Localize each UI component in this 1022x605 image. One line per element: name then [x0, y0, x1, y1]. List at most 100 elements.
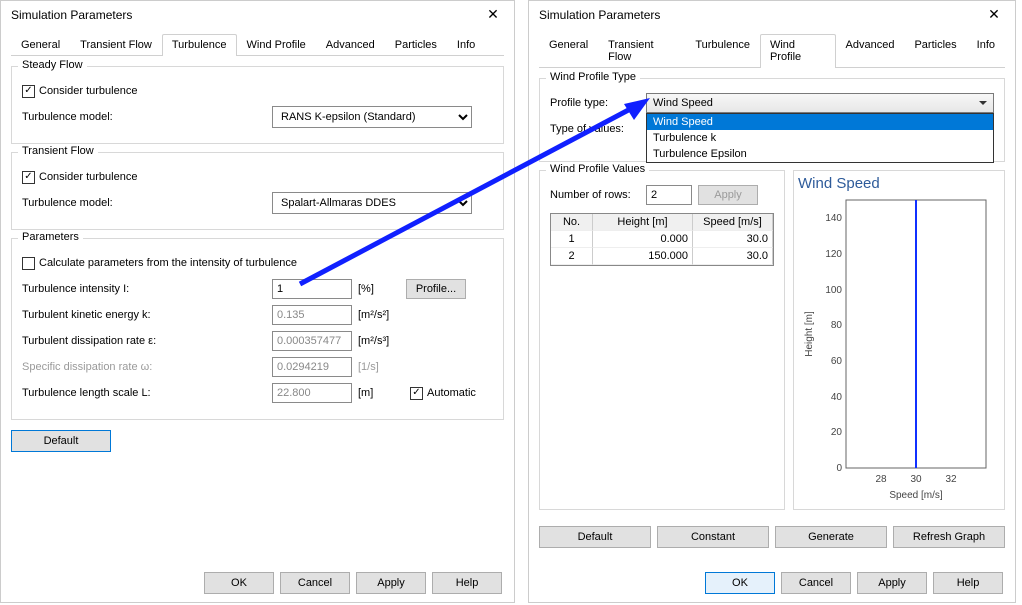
tab-general[interactable]: General [11, 34, 70, 56]
combo-option-turbulence-k[interactable]: Turbulence k [647, 130, 993, 146]
label-turb-model-transient: Turbulence model: [22, 197, 272, 209]
chart-xlabel: Speed [m/s] [889, 490, 943, 501]
svg-text:80: 80 [831, 320, 843, 331]
checkbox-calc-from-intensity[interactable] [22, 257, 35, 270]
tabstrip: General Transient Flow Turbulence Wind P… [539, 33, 1005, 68]
checkbox-automatic[interactable] [410, 387, 423, 400]
tab-turbulence[interactable]: Turbulence [685, 34, 760, 68]
svg-text:28: 28 [875, 474, 887, 485]
tab-general[interactable]: General [539, 34, 598, 68]
checkbox-label: Consider turbulence [39, 171, 137, 183]
checkbox-label: Calculate parameters from the intensity … [39, 257, 297, 269]
close-icon[interactable]: ✕ [979, 5, 1009, 25]
tab-particles[interactable]: Particles [904, 34, 966, 68]
cell-height[interactable]: 150.000 [593, 248, 693, 265]
tab-transient-flow[interactable]: Transient Flow [70, 34, 162, 56]
chart-svg: 0 20 40 60 80 100 120 140 28 30 [798, 192, 998, 502]
input-omega [272, 357, 352, 377]
cell-speed[interactable]: 30.0 [693, 248, 773, 265]
ok-button[interactable]: OK [204, 572, 274, 594]
svg-text:140: 140 [825, 213, 842, 224]
refresh-graph-button[interactable]: Refresh Graph [893, 526, 1005, 548]
input-ti[interactable] [272, 279, 352, 299]
svg-text:40: 40 [831, 392, 843, 403]
chart-wind-speed: Wind Speed 0 20 40 60 80 100 120 [793, 170, 1005, 510]
checkbox-consider-steady[interactable] [22, 85, 35, 98]
dialog-turbulence: Simulation Parameters ✕ General Transien… [0, 0, 515, 603]
ok-button[interactable]: OK [705, 572, 775, 594]
profile-values-table: No. Height [m] Speed [m/s] 1 0.000 30.0 … [550, 213, 774, 266]
apply-button[interactable]: Apply [356, 572, 426, 594]
combo-profile-type[interactable]: Wind Speed Wind Speed Turbulence k Turbu… [646, 93, 994, 113]
panel-wind-profile: Wind Profile Type Profile type: Wind Spe… [539, 78, 1005, 548]
generate-button[interactable]: Generate [775, 526, 887, 548]
profile-button[interactable]: Profile... [406, 279, 466, 299]
chart-title: Wind Speed [798, 175, 1000, 192]
label-ti: Turbulence intensity I: [22, 283, 272, 295]
tabstrip: General Transient Flow Turbulence Wind P… [11, 33, 504, 56]
cancel-button[interactable]: Cancel [781, 572, 851, 594]
col-header-no: No. [551, 214, 593, 231]
help-button[interactable]: Help [933, 572, 1003, 594]
input-L [272, 383, 352, 403]
svg-text:0: 0 [836, 463, 842, 474]
close-icon[interactable]: ✕ [478, 5, 508, 25]
svg-text:20: 20 [831, 427, 843, 438]
checkbox-consider-transient[interactable] [22, 171, 35, 184]
group-parameters: Parameters Calculate parameters from the… [11, 238, 504, 420]
svg-text:30: 30 [910, 474, 922, 485]
group-profile-type: Wind Profile Type Profile type: Wind Spe… [539, 78, 1005, 162]
tab-advanced[interactable]: Advanced [836, 34, 905, 68]
tab-info[interactable]: Info [967, 34, 1005, 68]
cancel-button[interactable]: Cancel [280, 572, 350, 594]
tab-advanced[interactable]: Advanced [316, 34, 385, 56]
unit-eps: [m²/s³] [358, 335, 406, 347]
dialog-title: Simulation Parameters [539, 8, 979, 22]
combo-selected-text: Wind Speed [653, 97, 713, 109]
label-profile-type: Profile type: [550, 97, 646, 109]
group-legend: Parameters [18, 231, 83, 243]
combo-option-wind-speed[interactable]: Wind Speed [647, 114, 993, 130]
select-turb-model-transient[interactable]: Spalart-Allmaras DDES [272, 192, 472, 214]
tab-turbulence[interactable]: Turbulence [162, 34, 237, 56]
combo-option-turbulence-epsilon[interactable]: Turbulence Epsilon [647, 146, 993, 162]
cell-speed[interactable]: 30.0 [693, 231, 773, 248]
select-turb-model-steady[interactable]: RANS K-epsilon (Standard) [272, 106, 472, 128]
tab-info[interactable]: Info [447, 34, 485, 56]
label-num-rows: Number of rows: [550, 189, 646, 201]
unit-ti: [%] [358, 283, 406, 295]
label-L: Turbulence length scale L: [22, 387, 272, 399]
group-legend: Wind Profile Type [546, 71, 640, 83]
table-row[interactable]: 1 0.000 30.0 [551, 231, 773, 248]
table-row[interactable]: 2 150.000 30.0 [551, 248, 773, 265]
chart-ylabel: Height [m] [804, 311, 815, 357]
group-transient-flow: Transient Flow Consider turbulence Turbu… [11, 152, 504, 230]
cell-no: 2 [551, 248, 593, 265]
label-k: Turbulent kinetic energy k: [22, 309, 272, 321]
default-button[interactable]: Default [11, 430, 111, 452]
dialog-title: Simulation Parameters [11, 8, 478, 22]
label-omega: Specific dissipation rate ω: [22, 361, 272, 373]
apply-rows-button: Apply [698, 185, 758, 205]
svg-text:60: 60 [831, 356, 843, 367]
tab-wind-profile[interactable]: Wind Profile [237, 34, 316, 56]
input-num-rows[interactable] [646, 185, 692, 205]
titlebar: Simulation Parameters ✕ [529, 1, 1015, 29]
cell-height[interactable]: 0.000 [593, 231, 693, 248]
group-legend: Transient Flow [18, 145, 98, 157]
dialog-footer: OK Cancel Apply Help [705, 572, 1003, 594]
default-button[interactable]: Default [539, 526, 651, 548]
tab-wind-profile[interactable]: Wind Profile [760, 34, 836, 68]
constant-button[interactable]: Constant [657, 526, 769, 548]
input-k [272, 305, 352, 325]
group-steady-flow: Steady Flow Consider turbulence Turbulen… [11, 66, 504, 144]
tab-particles[interactable]: Particles [385, 34, 447, 56]
titlebar: Simulation Parameters ✕ [1, 1, 514, 29]
apply-button[interactable]: Apply [857, 572, 927, 594]
combo-display[interactable]: Wind Speed [646, 93, 994, 113]
label-turb-model-steady: Turbulence model: [22, 111, 272, 123]
group-legend: Steady Flow [18, 59, 87, 71]
help-button[interactable]: Help [432, 572, 502, 594]
tab-transient-flow[interactable]: Transient Flow [598, 34, 685, 68]
col-header-speed: Speed [m/s] [693, 214, 773, 231]
